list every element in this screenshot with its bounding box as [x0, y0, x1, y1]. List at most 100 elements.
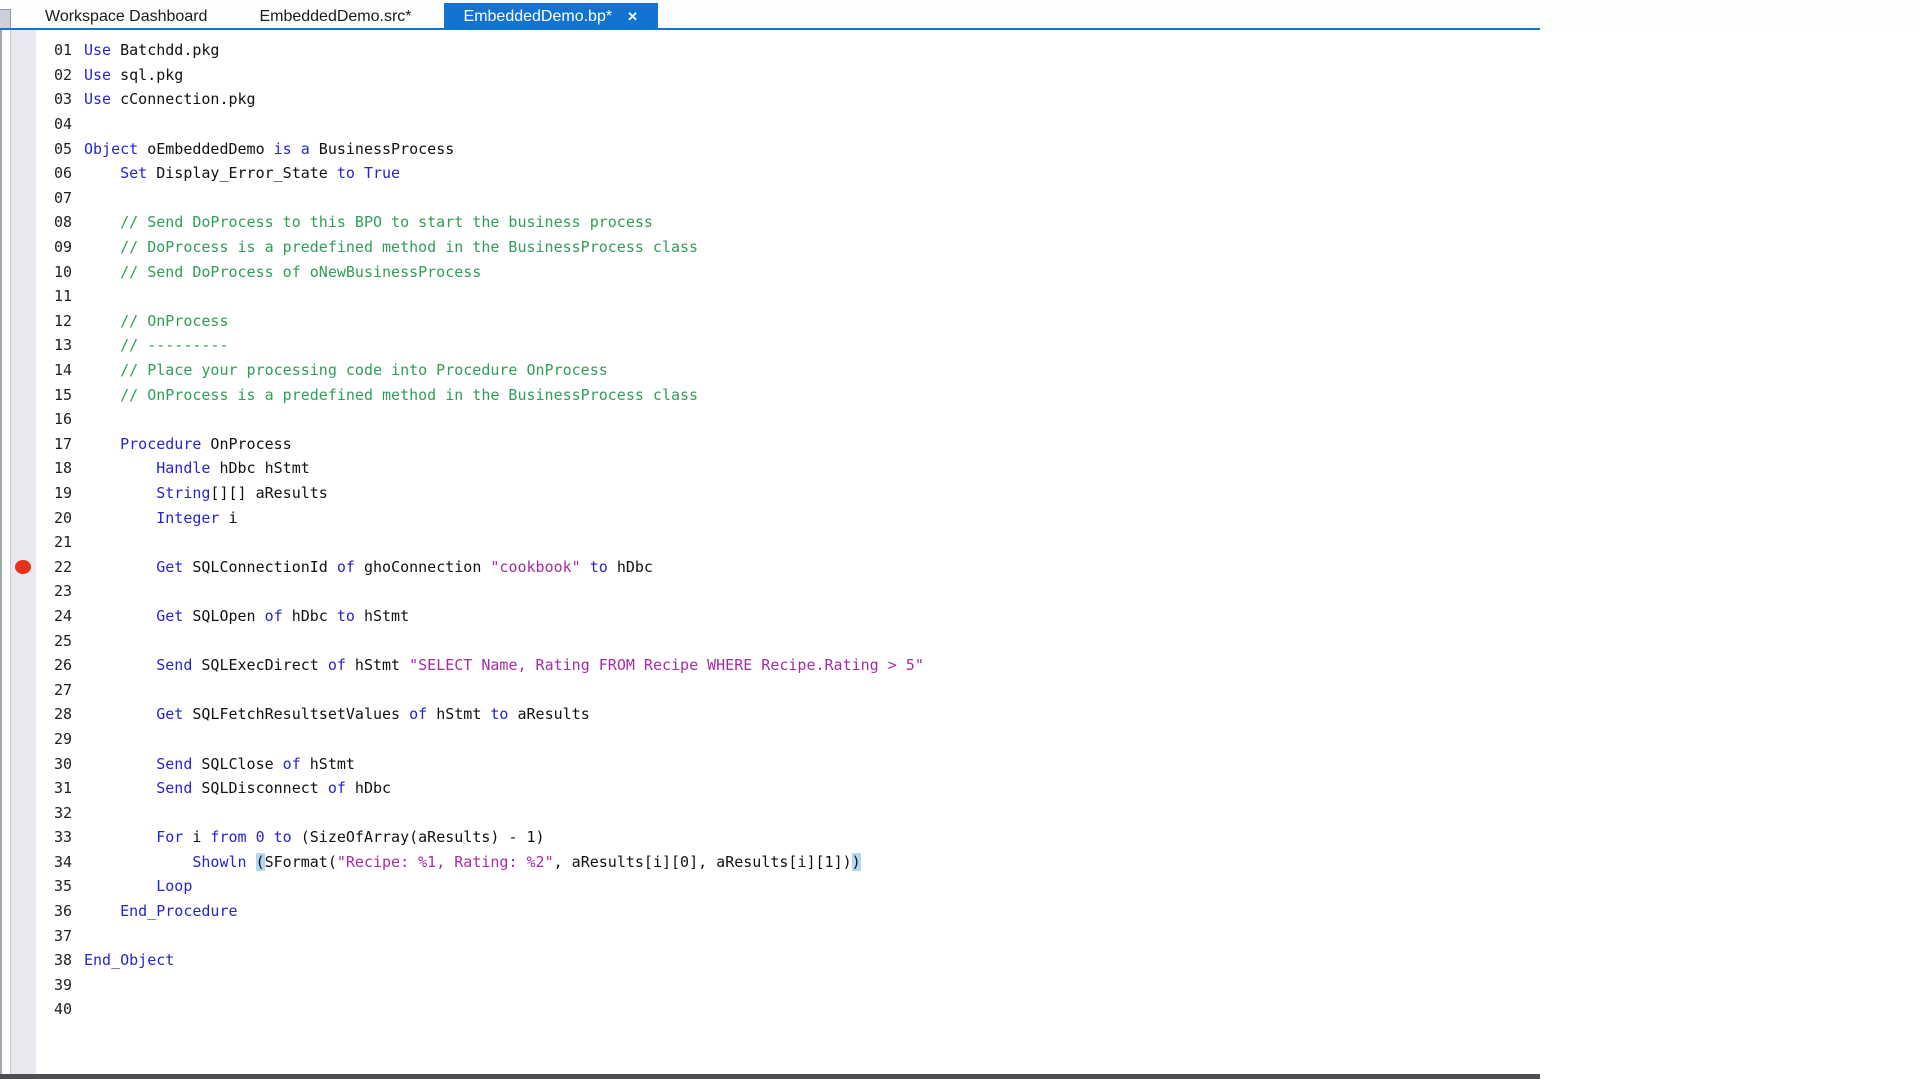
code-area[interactable]: 01Use Batchdd.pkg 02 Use sql.pkg 03Use cCon… — [0, 30, 1920, 1022]
tab-workspace-dashboard[interactable]: Workspace Dashboard — [27, 3, 225, 30]
tab-label: Workspace Dashboard — [45, 8, 207, 26]
line-number: 29 — [36, 730, 72, 748]
code-line[interactable]: 29 — [10, 727, 1920, 752]
code-line[interactable]: 16 — [10, 407, 1920, 432]
code-text: Loop — [84, 877, 192, 895]
line-number: 07 — [36, 189, 72, 207]
code-line[interactable]: 35 Loop — [10, 874, 1920, 899]
code-text: Send SQLClose of hStmt — [84, 755, 355, 773]
code-text: // OnProcess — [84, 312, 228, 330]
code-line[interactable]: 05Object oEmbeddedDemo is a BusinessProc… — [10, 136, 1920, 161]
code-text: Use sql.pkg — [84, 66, 183, 84]
tab-label: EmbeddedDemo.bp* — [464, 8, 613, 26]
line-number: 35 — [36, 877, 72, 895]
code-line[interactable]: 03Use cConnection.pkg — [10, 87, 1920, 112]
line-number: 24 — [36, 607, 72, 625]
code-line[interactable]: 11 — [10, 284, 1920, 309]
line-number: 22 — [36, 558, 72, 576]
line-number: 36 — [36, 902, 72, 920]
line-number: 01 — [36, 41, 72, 59]
code-text: // Send DoProcess to this BPO to start t… — [84, 213, 653, 231]
tab-embeddeddemo-src[interactable]: EmbeddedDemo.src* — [241, 3, 429, 30]
code-line[interactable]: 13// --------- — [10, 333, 1920, 358]
code-line[interactable]: 33For i from 0 to (SizeOfArray(aResults)… — [10, 825, 1920, 850]
code-line[interactable]: 01Use Batchdd.pkg — [10, 38, 1920, 63]
line-number: 13 — [36, 336, 72, 354]
close-icon[interactable]: ✕ — [627, 10, 638, 23]
code-text: Send SQLExecDirect of hStmt "SELECT Name… — [84, 656, 924, 674]
line-number: 05 — [36, 140, 72, 158]
code-line[interactable]: 14 // Place your processing code into Pro… — [10, 358, 1920, 383]
code-text: Get SQLConnectionId of ghoConnection "co… — [84, 558, 653, 576]
line-number: 40 — [36, 1000, 72, 1018]
code-line[interactable]: 08// Send DoProcess to this BPO to start… — [10, 210, 1920, 235]
application-window: Workspace Dashboard EmbeddedDemo.src* Em… — [0, 0, 1920, 1080]
code-line[interactable]: 25 — [10, 628, 1920, 653]
breakpoint-margin[interactable] — [10, 560, 36, 574]
code-line[interactable]: 32 — [10, 800, 1920, 825]
code-text: Get SQLOpen of hDbc to hStmt — [84, 607, 409, 625]
line-number: 33 — [36, 828, 72, 846]
line-number: 02 — [36, 66, 72, 84]
code-line[interactable]: 21 — [10, 530, 1920, 555]
line-number: 28 — [36, 705, 72, 723]
code-text: Send SQLDisconnect of hDbc — [84, 779, 391, 797]
line-number: 37 — [36, 927, 72, 945]
code-line[interactable]: 38End_Object — [10, 948, 1920, 973]
code-line[interactable]: 27 — [10, 677, 1920, 702]
code-line[interactable]: 19String[][] aResults — [10, 481, 1920, 506]
code-editor[interactable]: 01Use Batchdd.pkg 02 Use sql.pkg 03Use cCon… — [0, 30, 1920, 1074]
line-number: 15 — [36, 386, 72, 404]
code-text: // OnProcess is a predefined method in t… — [84, 386, 698, 404]
code-line[interactable]: 20Integer i — [10, 505, 1920, 530]
line-number: 17 — [36, 435, 72, 453]
code-line[interactable]: 18Handle hDbc hStmt — [10, 456, 1920, 481]
tab-embeddeddemo-bp[interactable]: EmbeddedDemo.bp* ✕ — [444, 3, 658, 30]
code-line[interactable]: 23 — [10, 579, 1920, 604]
line-number: 12 — [36, 312, 72, 330]
code-text: // Place your processing code into Proce… — [84, 361, 608, 379]
code-line[interactable]: 07 — [10, 186, 1920, 211]
code-line[interactable]: 22 Get SQLConnectionId of ghoConnection "… — [10, 554, 1920, 579]
code-line[interactable]: 15 // OnProcess is a predefined method in… — [10, 382, 1920, 407]
code-line[interactable]: 10 // Send DoProcess of oNewBusinessProce… — [10, 259, 1920, 284]
code-text: // Send DoProcess of oNewBusinessProcess — [84, 263, 481, 281]
line-number: 34 — [36, 853, 72, 871]
code-line[interactable]: 30Send SQLClose of hStmt — [10, 751, 1920, 776]
tab-scroll-stub[interactable] — [0, 9, 11, 29]
code-line[interactable]: 09// DoProcess is a predefined method in… — [10, 235, 1920, 260]
line-number: 27 — [36, 681, 72, 699]
line-number: 10 — [36, 263, 72, 281]
code-text: Handle hDbc hStmt — [84, 459, 310, 477]
code-text: Set Display_Error_State to True — [84, 164, 400, 182]
code-line[interactable]: 04 — [10, 112, 1920, 137]
code-text: Use cConnection.pkg — [84, 90, 256, 108]
code-line[interactable]: 12 // OnProcess — [10, 309, 1920, 334]
tab-label: EmbeddedDemo.src* — [259, 8, 411, 26]
code-line[interactable]: 34Showln (SFormat("Recipe: %1, Rating: %… — [10, 850, 1920, 875]
line-number: 21 — [36, 533, 72, 551]
line-number: 04 — [36, 115, 72, 133]
line-number: 32 — [36, 804, 72, 822]
breakpoint-icon[interactable] — [15, 560, 31, 574]
line-number: 39 — [36, 976, 72, 994]
line-number: 26 — [36, 656, 72, 674]
code-text: Integer i — [84, 509, 238, 527]
code-text: String[][] aResults — [84, 484, 328, 502]
code-line[interactable]: 17 Procedure OnProcess — [10, 432, 1920, 457]
line-number: 14 — [36, 361, 72, 379]
code-line[interactable]: 02 Use sql.pkg — [10, 63, 1920, 88]
code-line[interactable]: 31 Send SQLDisconnect of hDbc — [10, 776, 1920, 801]
editor-tab-bar: Workspace Dashboard EmbeddedDemo.src* Em… — [0, 0, 1920, 30]
code-line[interactable]: 06Set Display_Error_State to True — [10, 161, 1920, 186]
code-line[interactable]: 24 Get SQLOpen of hDbc to hStmt — [10, 604, 1920, 629]
code-line[interactable]: 37 — [10, 923, 1920, 948]
line-number: 31 — [36, 779, 72, 797]
code-line[interactable]: 28Get SQLFetchResultsetValues of hStmt t… — [10, 702, 1920, 727]
bottom-window-edge — [0, 1074, 1540, 1079]
code-line[interactable]: 39 — [10, 973, 1920, 998]
code-line[interactable]: 40 — [10, 997, 1920, 1022]
code-line[interactable]: 36End_Procedure — [10, 899, 1920, 924]
code-line[interactable]: 26 Send SQLExecDirect of hStmt "SELECT Na… — [10, 653, 1920, 678]
code-text: Procedure OnProcess — [84, 435, 292, 453]
